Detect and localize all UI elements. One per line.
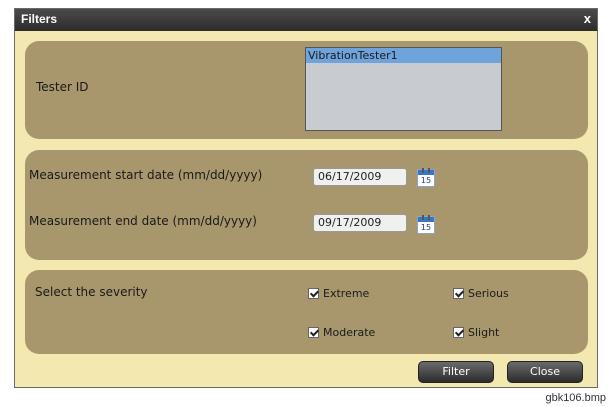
severity-label: Select the severity [35,285,148,299]
checkbox-label: Moderate [323,326,376,339]
checkbox-slight[interactable]: Slight [453,326,499,339]
checkbox-label: Slight [468,326,500,339]
checkmark-icon[interactable] [308,288,319,299]
filter-button[interactable]: Filter [418,361,494,383]
start-date-field[interactable]: 06/17/2009 [313,168,407,186]
checkbox-serious[interactable]: Serious [453,287,509,300]
checkbox-label: Extreme [323,287,370,300]
title-bar[interactable]: Filters x [15,9,597,31]
close-icon[interactable]: x [584,11,591,26]
calendar-icon[interactable]: 15 [417,168,435,187]
start-date-label: Measurement start date (mm/dd/yyyy) [29,168,263,182]
close-button[interactable]: Close [507,361,583,383]
checkbox-extreme[interactable]: Extreme [308,287,369,300]
dialog-title: Filters [21,12,58,26]
checkbox-label: Serious [468,287,509,300]
checkbox-moderate[interactable]: Moderate [308,326,375,339]
checkmark-icon[interactable] [453,327,464,338]
calendar-day: 15 [420,223,432,232]
checkmark-icon[interactable] [308,327,319,338]
checkmark-icon[interactable] [453,288,464,299]
end-date-field[interactable]: 09/17/2009 [313,214,407,232]
tester-id-label: Tester ID [36,80,89,94]
calendar-icon[interactable]: 15 [417,215,435,234]
tester-id-listbox[interactable]: VibrationTester1 [305,47,502,131]
date-panel: Measurement start date (mm/dd/yyyy) 06/1… [25,150,588,260]
list-item[interactable]: VibrationTester1 [306,48,501,63]
filters-dialog: Filters x Tester ID VibrationTester1 Mea… [14,8,598,388]
calendar-day: 15 [420,176,432,185]
end-date-label: Measurement end date (mm/dd/yyyy) [29,214,257,228]
tester-panel: Tester ID VibrationTester1 [25,41,588,139]
image-caption: gbk106.bmp [545,392,606,404]
severity-panel: Select the severity Extreme Serious Mode… [25,270,588,354]
